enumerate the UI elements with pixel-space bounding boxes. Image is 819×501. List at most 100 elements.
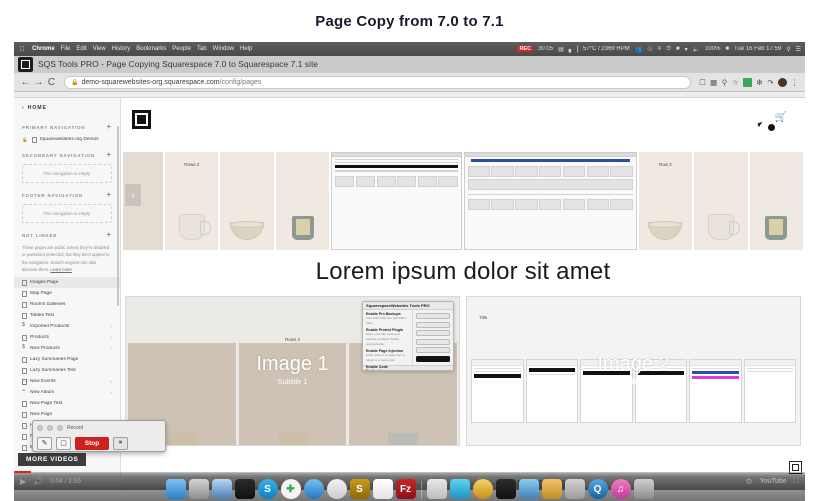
apple-logo-icon[interactable]:  xyxy=(18,46,26,53)
stop-recording-button[interactable]: Stop xyxy=(75,436,109,450)
panel-scrollbar[interactable] xyxy=(117,126,119,306)
puzzle-icon[interactable]: ✻ xyxy=(754,78,765,87)
spotlight-search-icon[interactable]: ⚲ xyxy=(786,46,790,53)
tools-pro-action-button[interactable] xyxy=(415,330,450,336)
preview-icon[interactable] xyxy=(211,479,232,499)
option-row[interactable]: Enable Code RedirectionsSetup your redir… xyxy=(366,365,409,370)
gallery-prev-card[interactable]: ‹ xyxy=(123,152,163,250)
filezilla-icon[interactable]: Fz xyxy=(395,479,416,499)
stats-icon[interactable]: ▖▕ xyxy=(569,46,578,53)
trash-icon[interactable] xyxy=(633,479,654,499)
extension-green-icon[interactable] xyxy=(743,77,752,87)
list-item[interactable]: Imported Products › xyxy=(14,321,120,332)
slack-icon[interactable]: ✚ xyxy=(280,479,301,499)
tools-pro-action-button[interactable] xyxy=(415,338,450,345)
bluetooth-icon[interactable]: ⍟ xyxy=(658,46,662,53)
forward-button[interactable]: → xyxy=(32,77,45,88)
list-item[interactable]: 🔒 Squarewebsites.org Demos xyxy=(14,134,120,145)
tools-pro-action-button[interactable] xyxy=(415,347,450,353)
screenshot-thumbnail-right[interactable] xyxy=(463,152,637,250)
sketch-icon[interactable] xyxy=(495,479,516,499)
option-row[interactable]: Enable Page Injection Adds code to a sing… xyxy=(366,349,409,362)
list-item[interactable]: Tables Test xyxy=(14,310,120,321)
cart-icon[interactable]: 🛒 xyxy=(768,112,787,131)
site-preview-canvas[interactable]: 🛒 ‹ Rows 2 Row 2 Lorem ipsum dolor sit a… xyxy=(121,98,805,490)
battery-icon[interactable]: ■ xyxy=(725,46,729,52)
list-item[interactable]: New Album › xyxy=(14,387,120,398)
gallery-item-mug-2[interactable] xyxy=(694,152,748,250)
image-block-1[interactable]: Rows 2 Image 1 Subtitle 1 SquarespaceWeb… xyxy=(125,296,460,446)
pen-tool-icon[interactable]: ✎ xyxy=(37,436,52,450)
menubar-item-file[interactable]: File xyxy=(61,46,71,52)
browser-tab-title[interactable]: SQS Tools PRO - Page Copying Squarespace… xyxy=(38,59,318,69)
back-button[interactable]: ← xyxy=(19,77,32,88)
tools-pro-action-button[interactable] xyxy=(415,321,450,328)
menubar-app-name[interactable]: Chrome xyxy=(32,46,55,52)
menubar-item-view[interactable]: View xyxy=(93,46,106,52)
gallery-item-cup[interactable] xyxy=(275,152,330,250)
list-item[interactable]: Map Page xyxy=(14,288,120,299)
option-row[interactable]: Enable Pro Backups Your 80% OFF Pro and P… xyxy=(366,312,409,325)
screen-record-badge[interactable]: REC xyxy=(517,46,534,52)
menubar-item-window[interactable]: Window xyxy=(213,46,234,52)
sublime-icon[interactable]: S xyxy=(349,479,370,499)
screenshot-thumbnail-left[interactable] xyxy=(331,152,462,250)
list-item[interactable]: Lazy Summaries Page xyxy=(14,354,120,365)
chrome-tab-strip[interactable]: SQS Tools PRO - Page Copying Squarespace… xyxy=(14,56,805,73)
prev-arrow-icon[interactable]: ‹ xyxy=(125,184,141,206)
menubar-item-history[interactable]: History xyxy=(112,46,131,52)
image-block-2[interactable]: Title Image 2 Subtitle 2 xyxy=(466,296,801,446)
list-item[interactable]: New Products › xyxy=(14,343,120,354)
safari-browser-icon[interactable] xyxy=(188,479,209,499)
usb-icon[interactable]: ☉ xyxy=(647,46,652,53)
menubar-item-tab[interactable]: Tab xyxy=(197,46,207,52)
app-icon[interactable] xyxy=(518,479,539,499)
notes-icon[interactable] xyxy=(372,479,393,499)
music-icon[interactable]: ♫ xyxy=(610,479,631,499)
menubar-item-edit[interactable]: Edit xyxy=(76,46,86,52)
add-page-icon[interactable]: + xyxy=(106,231,112,239)
mail-icon[interactable] xyxy=(541,479,562,499)
quicktime-icon[interactable]: Q xyxy=(587,479,608,499)
list-item[interactable]: Products › xyxy=(14,332,120,343)
list-item[interactable]: Rooms Galleries xyxy=(14,299,120,310)
dropbox-icon[interactable] xyxy=(234,479,255,499)
search-icon[interactable]: ⚲ xyxy=(719,78,730,87)
add-page-icon[interactable]: + xyxy=(106,123,112,131)
itunes-icon[interactable] xyxy=(564,479,585,499)
option-row[interactable]: Enable Protect Plugin Save your Site code… xyxy=(366,328,409,346)
star-icon[interactable]: ☆ xyxy=(730,78,741,87)
screen-recorder-toolbar[interactable]: Record ✎ ▢ Stop ⏸ xyxy=(32,420,166,452)
menu-kebab-icon[interactable]: ⋮ xyxy=(789,78,800,87)
tools-pro-action-button[interactable] xyxy=(415,313,450,319)
menubar-item-bookmarks[interactable]: Bookmarks xyxy=(136,46,166,52)
menubar-item-people[interactable]: People xyxy=(172,46,191,52)
tools-pro-primary-button[interactable] xyxy=(415,355,450,362)
clock-icon[interactable]: ⏱ xyxy=(666,46,671,53)
skype-icon[interactable]: S xyxy=(257,479,278,499)
safari-icon[interactable] xyxy=(303,479,324,499)
profile-avatar[interactable] xyxy=(778,77,787,87)
tools-pro-window[interactable]: SquarespaceWebsites Tools PRO Enable Pro… xyxy=(362,301,454,371)
video-player-frame[interactable]:  Chrome File Edit View History Bookmark… xyxy=(14,42,805,490)
reload-button[interactable]: C xyxy=(45,77,58,88)
wifi-icon[interactable]: ▾ xyxy=(685,46,688,53)
list-item[interactable]: Images Page xyxy=(14,277,120,289)
menubar-item-help[interactable]: Help xyxy=(240,46,252,52)
address-bar[interactable]: 🔒 demo-squarewebsites-org.squarespace.co… xyxy=(64,75,691,89)
more-videos-label[interactable]: MORE VIDEOS xyxy=(18,453,87,466)
folder-icon[interactable] xyxy=(426,479,447,499)
list-item[interactable]: New Page xyxy=(14,409,120,420)
users-icon[interactable]: 👥 xyxy=(635,46,642,53)
gallery-item-cup-2[interactable] xyxy=(749,152,804,250)
gallery-item-bowl-2[interactable]: Row 2 xyxy=(638,152,693,250)
crop-tool-icon[interactable]: ▢ xyxy=(56,436,71,450)
chrome-icon[interactable] xyxy=(326,479,347,499)
qr-icon[interactable]: ▦ xyxy=(708,78,719,87)
youtube-progress-bar[interactable] xyxy=(14,471,805,473)
volume-icon[interactable]: 🔈 xyxy=(693,46,700,53)
flag-icon[interactable]: ■ xyxy=(676,46,680,52)
cast-icon[interactable]: ☐ xyxy=(697,78,708,87)
learn-more-link[interactable]: Learn more xyxy=(50,267,71,272)
finder-icon[interactable] xyxy=(165,479,186,499)
